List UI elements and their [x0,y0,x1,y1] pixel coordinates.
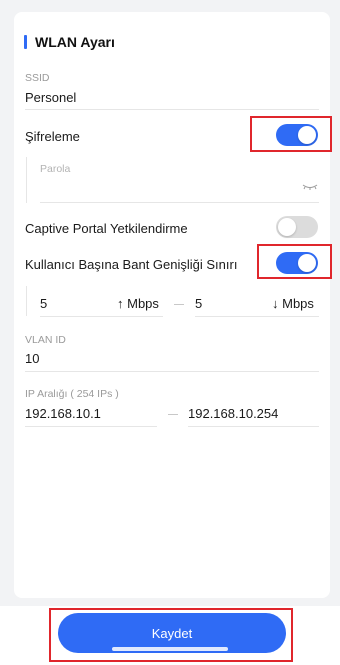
ip-range-dash [168,414,178,415]
highlight-box-save [49,608,293,662]
captive-portal-toggle[interactable] [276,216,318,238]
ip-range-label: IP Aralığı ( 254 IPs ) [25,388,119,400]
bandwidth-limit-label: Kullanıcı Başına Bant Genişliği Sınırı [25,257,238,272]
upload-underline [40,316,163,317]
ssid-input[interactable]: Personel [25,90,76,105]
vlan-input[interactable]: 10 [25,351,39,366]
ip-start-underline [25,426,157,427]
download-underline [195,316,319,317]
highlight-box-encryption [250,116,332,152]
vlan-label: VLAN ID [25,334,66,346]
toggle-knob [278,218,296,236]
ssid-underline [25,109,319,110]
vlan-underline [25,371,319,372]
password-input[interactable]: Parola [40,163,70,175]
download-limit-input[interactable]: 5 [195,296,202,311]
download-unit: ↓ Mbps [272,296,314,311]
ssid-label: SSID [25,72,50,84]
range-dash [174,304,184,305]
captive-portal-label: Captive Portal Yetkilendirme [25,221,188,236]
highlight-box-bandwidth [257,244,332,279]
password-indent-line [26,157,27,203]
upload-unit: ↑ Mbps [117,296,159,311]
bandwidth-indent-line [26,286,27,316]
upload-limit-input[interactable]: 5 [40,296,47,311]
wlan-settings-card: WLAN Ayarı SSID Personel Şifreleme Parol… [14,12,330,598]
ip-end-underline [188,426,319,427]
encryption-label: Şifreleme [25,129,80,144]
section-title: WLAN Ayarı [24,34,115,50]
section-title-text: WLAN Ayarı [35,34,115,50]
password-underline [40,202,319,203]
ip-range-end-input[interactable]: 192.168.10.254 [188,406,278,421]
section-accent-bar [24,35,27,49]
ip-range-start-input[interactable]: 192.168.10.1 [25,406,101,421]
eye-closed-icon[interactable] [302,183,318,191]
